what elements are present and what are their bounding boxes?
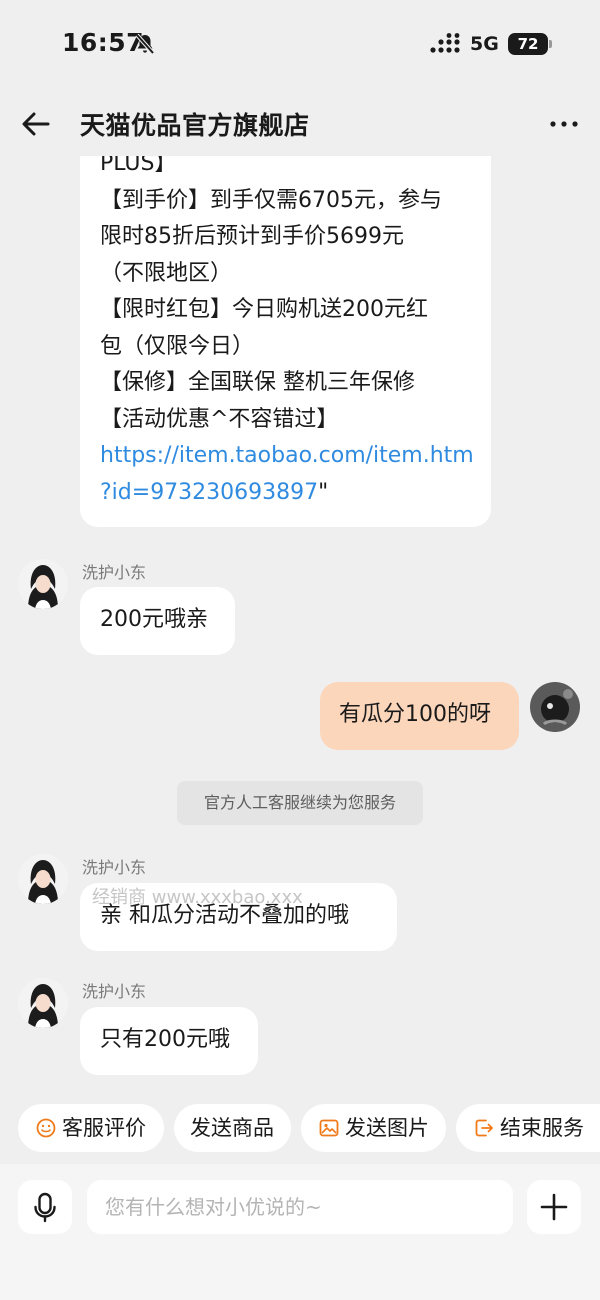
my-avatar-icon [530, 682, 580, 732]
message-text: 200元哦亲 [100, 607, 208, 632]
agent-message-bubble: 200元哦亲 [80, 587, 235, 655]
message-text: 只有200元哦 [100, 1027, 230, 1052]
agent-avatar[interactable] [18, 559, 68, 609]
quick-actions-bar: 客服评价 发送商品 发送图片 结束服务 [0, 1104, 600, 1156]
product-line: 【活动优惠^不容错过】 [100, 406, 339, 432]
agent-message-bubble: 只有200元哦 [80, 1007, 258, 1075]
status-time: 16:57 [62, 28, 145, 57]
product-line: 【限时红包】今日购机送200元红 [100, 297, 428, 322]
chip-label: 发送图片 [345, 1116, 429, 1140]
chip-label: 发送商品 [190, 1116, 274, 1140]
end-service-button[interactable]: 结束服务 [456, 1104, 600, 1152]
agent-avatar[interactable] [18, 854, 68, 904]
product-link-id[interactable]: ?id=973230693897 [100, 480, 318, 505]
chat-area[interactable]: PLUS】 【到手价】到手仅需6705元，参与 限时85折后预计到手价5699元… [0, 156, 600, 1096]
battery-indicator: 72 [508, 33, 548, 55]
my-avatar[interactable] [530, 682, 580, 732]
send-product-button[interactable]: 发送商品 [174, 1104, 291, 1152]
page-title: 天猫优品官方旗舰店 [80, 111, 310, 140]
link-suffix: " [318, 479, 329, 505]
exit-icon [475, 1119, 493, 1137]
product-line: PLUS】 [100, 156, 177, 176]
agent-avatar-icon [18, 978, 68, 1028]
rate-service-button[interactable]: 客服评价 [18, 1104, 164, 1152]
plus-icon [540, 1193, 568, 1221]
product-info-bubble: PLUS】 【到手价】到手仅需6705元，参与 限时85折后预计到手价5699元… [80, 156, 491, 527]
agent-avatar-icon [18, 559, 68, 609]
input-bar [0, 1164, 600, 1300]
system-tip: 官方人工客服继续为您服务 [177, 781, 423, 825]
message-text: 有瓜分100的呀 [339, 702, 491, 727]
voice-button[interactable] [18, 1180, 72, 1234]
watermark: 经销商 www.xxxbao.xxx [92, 887, 303, 908]
smile-icon [36, 1118, 56, 1138]
my-message-bubble: 有瓜分100的呀 [320, 682, 519, 750]
send-image-button[interactable]: 发送图片 [301, 1104, 446, 1152]
status-bar: 16:57 5G 72 [0, 0, 600, 92]
image-icon [319, 1119, 339, 1137]
chip-label: 客服评价 [62, 1116, 146, 1140]
signal-icon [430, 33, 460, 53]
product-line: 【到手价】到手仅需6705元，参与 [100, 187, 442, 213]
product-line: 限时85折后预计到手价5699元 [100, 224, 404, 249]
product-line: 包（仅限今日） [100, 333, 255, 359]
network-type: 5G [470, 33, 499, 55]
more-functions-button[interactable] [527, 1180, 581, 1234]
sender-name: 洗护小东 [82, 858, 147, 877]
back-arrow-icon[interactable] [20, 108, 52, 140]
battery-tip [549, 40, 552, 48]
message-input[interactable] [87, 1180, 513, 1234]
more-options-icon[interactable] [548, 110, 580, 138]
agent-avatar[interactable] [18, 978, 68, 1028]
chat-header: 天猫优品官方旗舰店 [0, 92, 600, 156]
product-line: 【保修】全国联保 整机三年保修 [100, 370, 415, 395]
product-link[interactable]: https://item.taobao.com/item.htm [100, 438, 474, 475]
microphone-icon [34, 1192, 56, 1223]
chip-label: 结束服务 [500, 1116, 584, 1140]
bell-muted-icon [135, 33, 155, 55]
agent-avatar-icon [18, 854, 68, 904]
product-line: （不限地区） [100, 260, 233, 286]
sender-name: 洗护小东 [82, 982, 147, 1001]
sender-name: 洗护小东 [82, 563, 147, 582]
